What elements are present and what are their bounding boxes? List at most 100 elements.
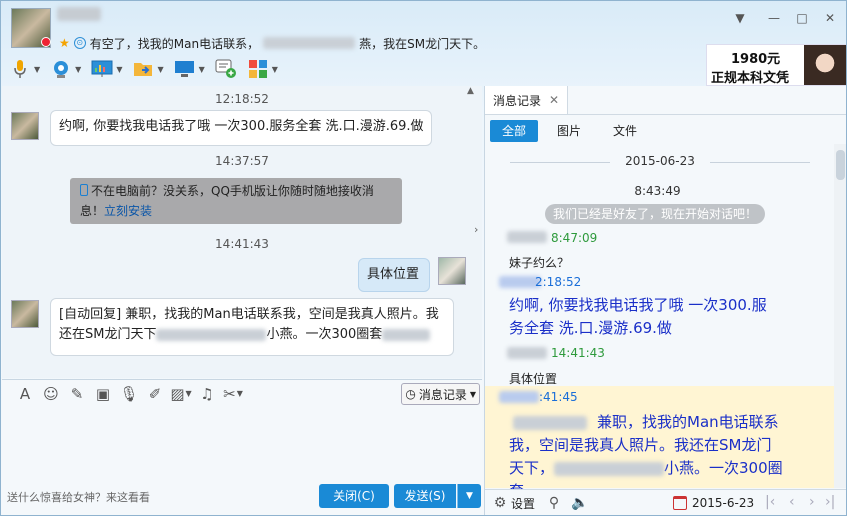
chat-window: ★ ⊙ 有空了，找我的Man电话联系， 燕，我在SM龙门天下。 ▼ — □ ✕ …	[0, 0, 847, 516]
redacted-block	[554, 461, 665, 476]
history-message: 妹子约么？	[509, 256, 570, 270]
voice-message-icon[interactable]: 🎙	[116, 383, 142, 405]
history-date: 2015-06-23	[510, 154, 810, 168]
send-file-button[interactable]: ▼	[132, 59, 164, 79]
scissors-icon[interactable]: ✂ ▼	[220, 383, 246, 405]
redacted-block	[499, 391, 539, 403]
ad-banner[interactable]: 1980元 正规本科文凭	[706, 44, 846, 86]
message-meta: :41:45	[539, 390, 578, 404]
signature-suffix: 燕，我在SM龙门天下。	[359, 36, 486, 51]
contact-avatar-small[interactable]	[11, 300, 39, 328]
menu-icon[interactable]: ▼	[733, 11, 747, 25]
filter-images[interactable]: 图片	[545, 120, 593, 142]
remote-desktop-button[interactable]: ▼	[174, 59, 205, 79]
filter-all[interactable]: 全部	[490, 120, 539, 142]
font-icon[interactable]: A	[12, 383, 38, 405]
input-toolbar: A ☺ ✎ ▣ 🎙 ✐ ▨ ▼ ♫ ✂ ▼ ◷ 消息记录 ▼	[2, 379, 482, 407]
message-meta: 2:18:52	[535, 275, 582, 289]
redacted-block	[513, 416, 587, 430]
screenshot-mode-icon[interactable]: ▣	[90, 383, 116, 405]
history-message: 兼职，找我的Man电话联系	[597, 413, 779, 431]
chevron-down-icon[interactable]: ▼	[116, 65, 122, 74]
message-bubble: 约啊, 你要找我电话我了哦 一次300.服务全套 洗.口.漫游.69.做	[50, 110, 432, 146]
contact-signature: ★ ⊙ 有空了，找我的Man电话联系， 燕，我在SM龙门天下。	[59, 35, 485, 51]
send-button[interactable]: 发送(S)	[394, 484, 456, 508]
phone-icon	[80, 184, 88, 196]
history-time: 8:43:49	[634, 184, 681, 198]
filter-files[interactable]: 文件	[601, 120, 649, 142]
close-window-button[interactable]: ✕	[823, 11, 837, 25]
contact-name-redacted[interactable]	[57, 7, 101, 21]
history-footer: ⚙ 设置 ⚲ 🔈 2015-6-23 |‹ ‹ › ›|	[485, 489, 846, 515]
send-options-button[interactable]: ▼	[457, 484, 481, 508]
history-message: 我，空间是我真人照片。我还在SM龙门	[509, 436, 772, 454]
qzone-icon[interactable]: ⊙	[73, 37, 86, 49]
auto-reply-line: 小燕。一次300圈套	[266, 327, 383, 342]
maximize-button[interactable]: □	[795, 11, 809, 25]
last-page-icon[interactable]: ›|	[825, 494, 835, 510]
chevron-down-icon[interactable]: ▼	[75, 65, 81, 74]
collapse-arrow-icon[interactable]: ›	[474, 223, 478, 236]
mobile-qq-notice: 不在电脑前？没关系，QQ手机版让你随时随地接收消 息！立刻安装	[70, 178, 402, 224]
star-icon: ★	[59, 36, 70, 50]
close-icon[interactable]: ✕	[549, 93, 559, 107]
search-icon[interactable]: ⚲	[543, 492, 565, 514]
edit-icon[interactable]: ✐	[142, 383, 168, 405]
chat-message-area[interactable]: 12:18:52 约啊, 你要找我电话我了哦 一次300.服务全套 洗.口.漫游…	[2, 86, 482, 378]
ad-photo	[804, 45, 846, 85]
history-message: 天下，	[509, 459, 555, 477]
chat-add-icon	[215, 59, 237, 79]
install-link[interactable]: 立刻安装	[104, 204, 152, 218]
apps-button[interactable]: ▼	[247, 59, 278, 79]
gear-icon[interactable]: ⚙	[489, 492, 511, 514]
message-meta: 8:47:09	[551, 231, 598, 245]
chevron-down-icon[interactable]: ▼	[34, 65, 40, 74]
message-meta: 14:41:43	[551, 346, 605, 360]
calendar-icon[interactable]	[673, 496, 687, 510]
minimize-button[interactable]: —	[767, 11, 781, 25]
notice-text: 息！	[80, 204, 105, 218]
self-message-bubble: 具体位置	[358, 258, 430, 292]
settings-label[interactable]: 设置	[511, 495, 535, 512]
ad-text: 正规本科文凭	[711, 71, 790, 86]
close-button[interactable]: 关闭(C)	[319, 484, 389, 508]
self-avatar[interactable]	[438, 257, 466, 285]
first-page-icon[interactable]: |‹	[765, 494, 775, 510]
auto-reply-line: 还在SM龙门天下	[59, 327, 157, 342]
clock-icon: ◷	[405, 387, 416, 401]
next-page-icon[interactable]: ›	[809, 494, 815, 510]
chevron-down-icon[interactable]: ▼	[199, 65, 205, 74]
message-input[interactable]	[2, 407, 482, 485]
message-history-button[interactable]: ◷ 消息记录 ▼	[401, 383, 480, 405]
chevron-down-icon[interactable]: ▼	[272, 65, 278, 74]
microphone-icon	[9, 59, 31, 79]
speaker-icon[interactable]: 🔈	[569, 492, 591, 514]
contact-avatar-small[interactable]	[11, 112, 39, 140]
gift-hint-link[interactable]: 送什么惊喜给女神？来这看看	[7, 489, 150, 505]
image-icon[interactable]: ▨ ▼	[168, 383, 194, 405]
redacted-block	[382, 328, 431, 341]
emoji-icon[interactable]: ☺	[38, 383, 64, 405]
chevron-down-icon[interactable]: ▼	[157, 65, 163, 74]
monitor-icon	[174, 59, 196, 79]
auto-reply-line: [自动回复] 兼职，找我的Man电话联系我，空间是我真人照片。我	[59, 307, 439, 322]
history-scrollbar[interactable]	[834, 144, 846, 488]
chat-toolbar: ▼ ▼ ▼ ▼ ▼ ▼	[9, 57, 288, 81]
webcam-icon	[50, 59, 72, 79]
music-icon[interactable]: ♫	[194, 383, 220, 405]
history-tab[interactable]: 消息记录 ✕	[485, 86, 569, 114]
share-screen-button[interactable]: ▼	[91, 59, 122, 79]
chat-header: ★ ⊙ 有空了，找我的Man电话联系， 燕，我在SM龙门天下。 ▼ — □ ✕ …	[1, 1, 846, 86]
redacted-block	[507, 347, 547, 359]
signature-prefix: 有空了，找我的Man电话联系，	[89, 36, 260, 51]
history-message: 小燕。一次300圈	[664, 459, 783, 477]
redacted-block	[156, 328, 267, 341]
voice-call-button[interactable]: ▼	[9, 59, 40, 79]
poke-icon[interactable]: ✎	[64, 383, 90, 405]
collapse-up-icon[interactable]: ▲	[467, 86, 474, 96]
message-time: 14:37:57	[215, 154, 269, 168]
video-call-button[interactable]: ▼	[50, 59, 81, 79]
prev-page-icon[interactable]: ‹	[789, 494, 795, 510]
create-discussion-button[interactable]	[215, 59, 237, 79]
history-scroll-thumb[interactable]	[836, 150, 845, 180]
